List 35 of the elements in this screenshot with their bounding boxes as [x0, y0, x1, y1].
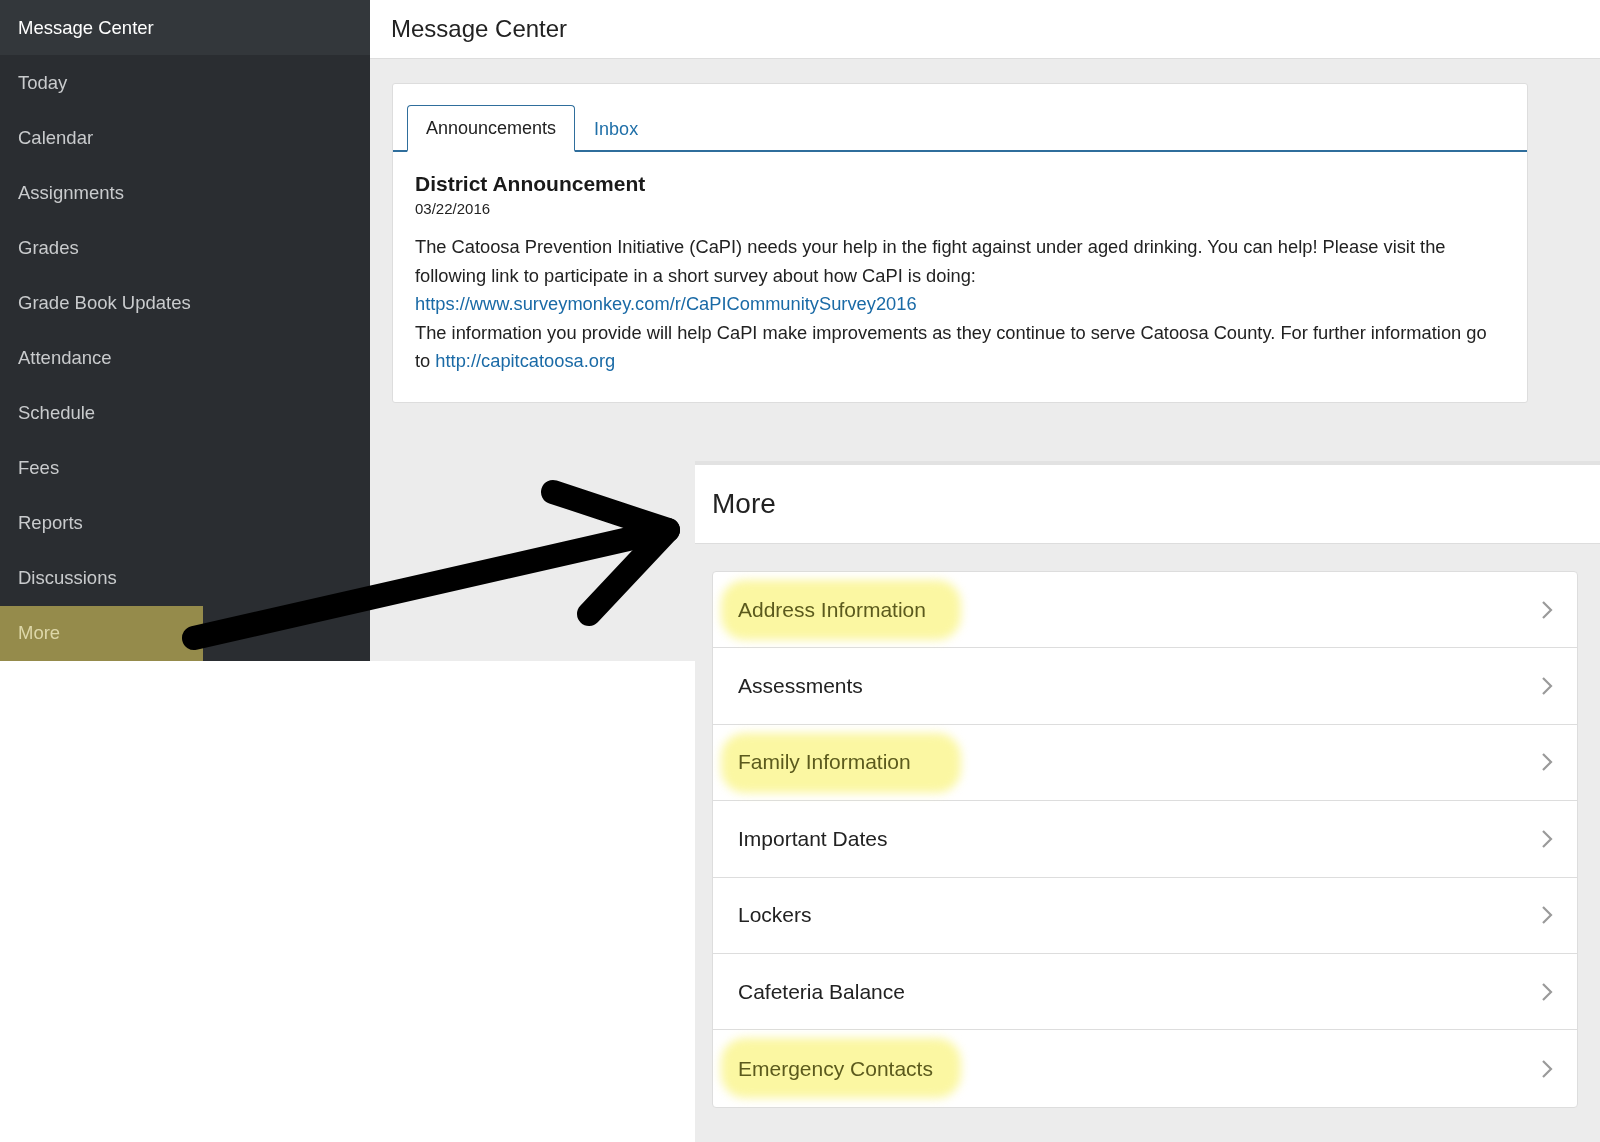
sidebar-item[interactable]: Assignments — [0, 165, 370, 221]
menu-item[interactable]: Family Information — [713, 724, 1577, 802]
menu-item[interactable]: Lockers — [713, 877, 1577, 954]
sidebar-item[interactable]: Discussions — [0, 550, 370, 606]
sidebar-item[interactable]: Calendar — [0, 110, 370, 166]
menu-item[interactable]: Assessments — [713, 648, 1577, 725]
panel-title: More — [712, 488, 776, 520]
menu-item[interactable]: Cafeteria Balance — [713, 953, 1577, 1031]
announcement-title: District Announcement — [415, 172, 647, 196]
chevron-right-icon — [1541, 752, 1553, 773]
page-title: Message Center — [391, 15, 568, 43]
chevron-right-icon — [1541, 828, 1553, 849]
announcement-date: 03/22/2016 — [415, 200, 492, 217]
sidebar-header[interactable]: Message Center — [0, 0, 370, 56]
chevron-right-icon — [1541, 981, 1553, 1002]
chevron-right-icon — [1541, 599, 1553, 620]
announcement-text: The Catoosa Prevention Initiative (CaPI) needs your help in the fight against under aged drinking. You can help! Please visit the following link to participate in a short survey about how CaPI is doing: — [415, 235, 1447, 288]
announcement-text: The information you provide will help CaPI make improvements as they continue to serve Catoosa County. For further information go to http://capitcatoosa.org — [415, 320, 1488, 373]
sidebar-item[interactable]: Attendance — [0, 330, 370, 386]
menu-item[interactable]: Important Dates — [713, 801, 1577, 878]
sidebar-item[interactable]: Fees — [0, 440, 370, 496]
sidebar-item[interactable]: Reports — [0, 495, 370, 551]
menu-item[interactable]: Address Information — [713, 572, 1577, 649]
sidebar-item[interactable]: Grade Book Updates — [0, 275, 370, 331]
chevron-right-icon — [1541, 676, 1553, 697]
link[interactable]: https://www.surveymonkey.com/r/CaPICommunitySurvey2016 — [415, 293, 917, 314]
menu-item[interactable]: Emergency Contacts — [713, 1030, 1577, 1107]
sidebar-item[interactable]: Grades — [0, 220, 370, 276]
tab[interactable]: Inbox — [575, 105, 658, 152]
sidebar-item[interactable]: Today — [0, 55, 370, 111]
link[interactable]: http://capitcatoosa.org — [435, 350, 616, 371]
sidebar-item[interactable]: Schedule — [0, 385, 370, 441]
chevron-right-icon — [1541, 905, 1553, 926]
chevron-right-icon — [1541, 1058, 1553, 1079]
tab[interactable]: Announcements — [407, 105, 576, 152]
